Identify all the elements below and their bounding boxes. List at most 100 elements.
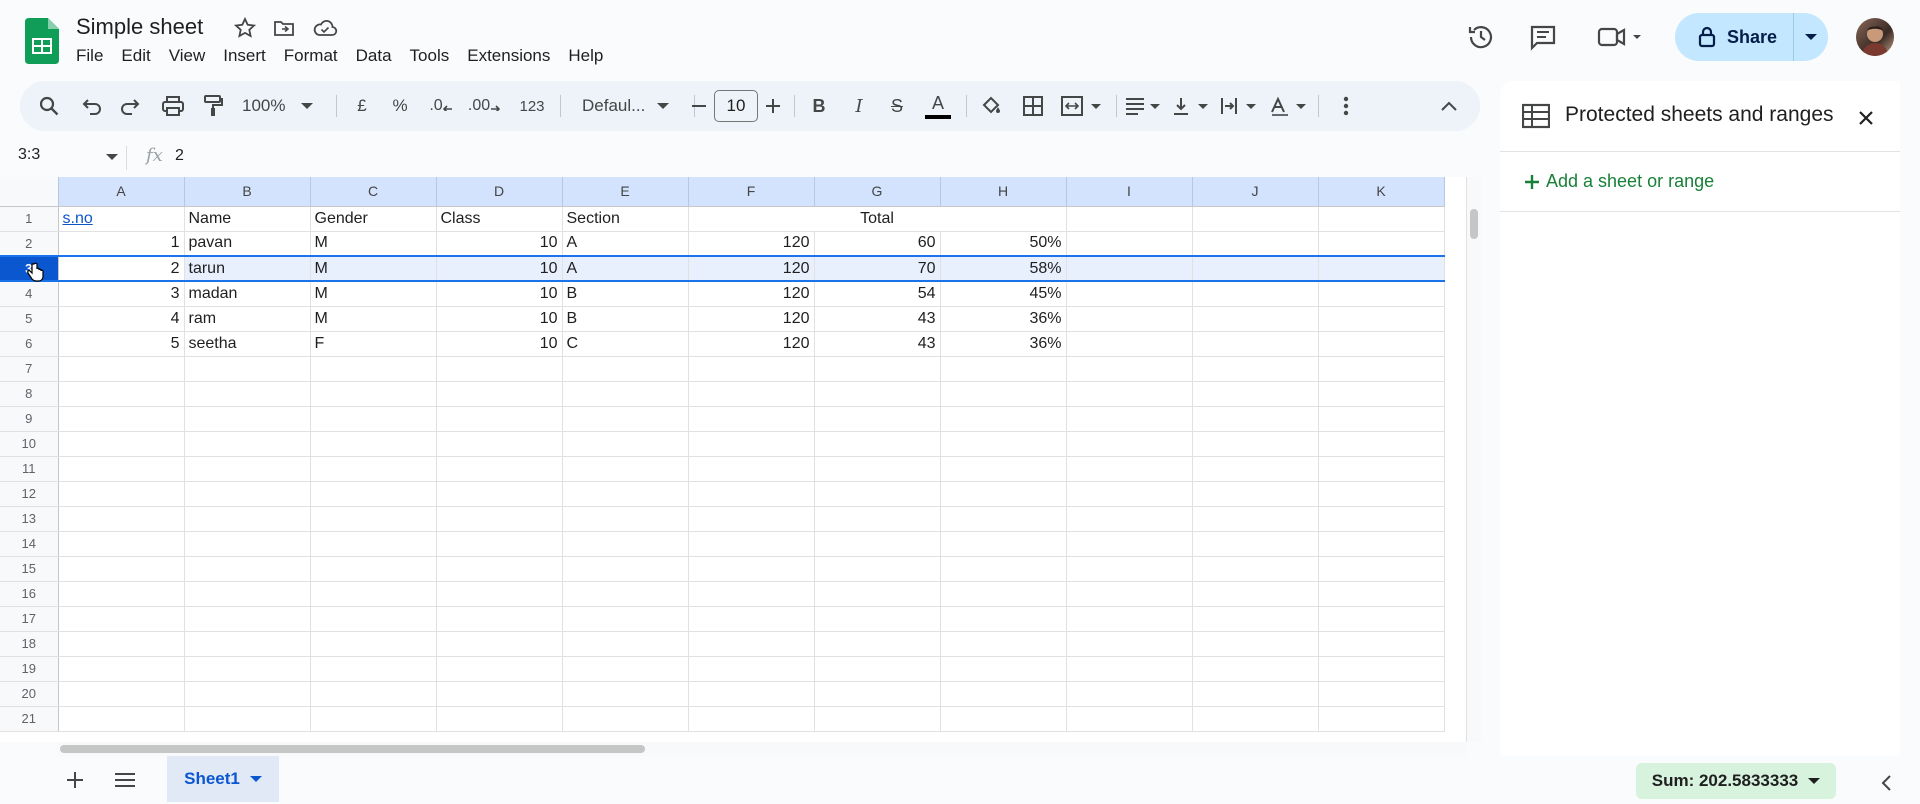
merge-cells-icon[interactable] [1058,81,1108,131]
row-header[interactable]: 13 [0,506,59,532]
expand-side-panel-icon[interactable] [1880,775,1892,796]
cell[interactable]: M [310,306,437,332]
italic-icon[interactable]: I [846,81,872,131]
percent-format-button[interactable]: % [388,81,412,131]
increase-decimal-button[interactable]: .00 [465,81,503,131]
cell[interactable] [1318,255,1445,282]
cell[interactable]: s.no [58,206,185,232]
cell[interactable]: B [562,281,689,307]
column-header[interactable]: K [1318,177,1445,207]
cell[interactable]: M [310,255,437,282]
cell[interactable]: 120 [688,306,815,332]
cell[interactable]: 5 [58,331,185,357]
cell[interactable]: madan [184,281,311,307]
active-cell[interactable]: 2 [58,255,185,282]
cloud-saved-icon[interactable] [312,16,338,40]
menu-tools[interactable]: Tools [410,46,458,66]
column-header[interactable]: F [688,177,815,207]
cell[interactable]: Name [184,206,311,232]
cell[interactable]: 4 [58,306,185,332]
vertical-align-icon[interactable] [1172,81,1212,131]
fill-color-icon[interactable] [976,81,1006,131]
column-header[interactable]: J [1192,177,1319,207]
cell[interactable] [1192,206,1319,232]
cell[interactable] [1066,255,1193,282]
row-header[interactable]: 20 [0,681,59,707]
cell[interactable] [1318,331,1445,357]
cell[interactable] [1192,231,1319,257]
currency-format-button[interactable]: £ [350,81,374,131]
row-header[interactable]: 14 [0,531,59,557]
cell[interactable]: A [562,231,689,257]
redo-icon[interactable] [118,81,142,131]
close-icon[interactable] [1854,106,1878,130]
column-header[interactable]: E [562,177,689,207]
strikethrough-icon[interactable]: S [884,81,910,131]
cell[interactable]: 43 [814,306,941,332]
cell[interactable]: M [310,231,437,257]
column-header[interactable]: B [184,177,311,207]
cell[interactable]: 54 [814,281,941,307]
horizontal-scrollbar[interactable] [58,742,1466,756]
row-header[interactable]: 8 [0,381,59,407]
column-header[interactable]: C [310,177,437,207]
merged-cell[interactable]: Total [688,206,1067,232]
sheet-tab[interactable]: Sheet1 [167,756,279,802]
cell[interactable]: F [310,331,437,357]
cell[interactable] [1318,206,1445,232]
cell[interactable] [1192,306,1319,332]
paint-format-icon[interactable] [200,81,226,131]
comments-icon[interactable] [1528,22,1558,52]
all-sheets-menu-icon[interactable] [114,772,136,793]
row-header[interactable]: 9 [0,406,59,432]
row-header[interactable]: 12 [0,481,59,507]
more-formats-button[interactable]: 123 [514,81,550,131]
cell[interactable]: 36% [940,331,1067,357]
share-main-button[interactable]: Share [1675,13,1794,61]
row-header[interactable]: 7 [0,356,59,382]
cell[interactable]: C [562,331,689,357]
row-header[interactable]: 18 [0,631,59,657]
cell[interactable] [1318,281,1445,307]
scrollbar-thumb[interactable] [1470,209,1478,239]
cell[interactable] [1066,306,1193,332]
decrease-decimal-button[interactable]: .0 [425,81,457,131]
version-history-icon[interactable] [1466,22,1496,52]
menu-insert[interactable]: Insert [223,46,274,66]
select-all-corner[interactable] [0,177,59,207]
add-sheet-icon[interactable] [66,771,84,794]
row-header[interactable]: 16 [0,581,59,607]
move-folder-icon[interactable] [272,16,296,40]
cell[interactable] [1066,331,1193,357]
cell[interactable]: 10 [436,281,563,307]
cell[interactable]: 50% [940,231,1067,257]
sum-indicator[interactable]: Sum: 202.5833333 [1636,763,1836,799]
vertical-scrollbar[interactable] [1466,177,1481,742]
cell[interactable]: 58% [940,255,1067,282]
cell[interactable]: 1 [58,231,185,257]
text-rotation-icon[interactable] [1270,81,1310,131]
row-header[interactable]: 11 [0,456,59,482]
cell[interactable]: 45% [940,281,1067,307]
name-box[interactable]: 3:3 [18,146,40,164]
cell[interactable]: 120 [688,255,815,282]
more-options-icon[interactable] [1336,81,1356,131]
avatar[interactable] [1856,18,1894,56]
menu-format[interactable]: Format [284,46,346,66]
document-title[interactable]: Simple sheet [76,14,203,40]
cell[interactable]: Gender [310,206,437,232]
decrease-font-size-icon[interactable] [686,81,712,131]
column-header[interactable]: I [1066,177,1193,207]
chevron-down-icon[interactable] [249,775,262,783]
cell[interactable]: ram [184,306,311,332]
add-sheet-or-range-button[interactable]: Add a sheet or range [1524,171,1714,192]
cell[interactable] [1066,231,1193,257]
print-icon[interactable] [160,81,186,131]
bold-icon[interactable]: B [806,81,832,131]
meet-video-icon[interactable] [1596,22,1646,52]
star-icon[interactable] [233,16,257,40]
cell-link[interactable]: s.no [63,210,93,227]
cell[interactable] [1192,281,1319,307]
cell[interactable] [1318,306,1445,332]
cell[interactable]: Class [436,206,563,232]
